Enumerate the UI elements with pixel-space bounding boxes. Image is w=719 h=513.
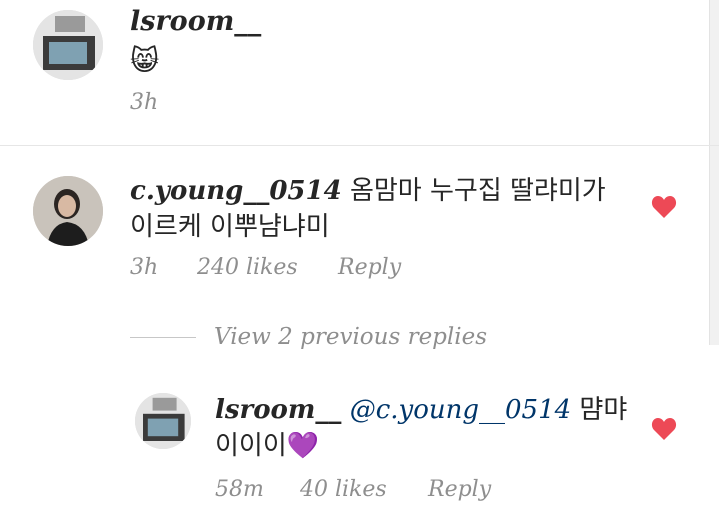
avatar-image bbox=[135, 393, 191, 449]
scrollbar-track[interactable] bbox=[709, 0, 719, 345]
username[interactable]: c.young__0514 bbox=[130, 176, 342, 206]
comment-time: 3h bbox=[130, 255, 159, 280]
heart-icon[interactable] bbox=[651, 195, 677, 219]
view-replies-line bbox=[130, 337, 196, 338]
comment-text: 이르케 이뿌냠냐미 bbox=[130, 212, 330, 242]
purple-heart-emoji: 💜 bbox=[286, 431, 320, 461]
avatar-image bbox=[33, 10, 103, 80]
avatar-image bbox=[33, 176, 103, 246]
mention-link[interactable]: @c.young__0514 bbox=[350, 395, 571, 425]
username[interactable]: lsroom__ bbox=[130, 6, 261, 37]
username[interactable]: lsroom__ bbox=[215, 395, 341, 425]
likes-count[interactable]: 40 likes bbox=[300, 477, 387, 502]
heart-icon[interactable] bbox=[651, 417, 677, 441]
cat-emoji: 😸 bbox=[130, 44, 160, 77]
divider bbox=[0, 145, 719, 146]
reply-button[interactable]: Reply bbox=[428, 477, 491, 502]
avatar-lsroom[interactable] bbox=[135, 393, 191, 449]
reply-time: 58m bbox=[215, 477, 264, 502]
avatar-cyoung[interactable] bbox=[33, 176, 103, 246]
view-previous-replies[interactable]: View 2 previous replies bbox=[214, 324, 487, 350]
avatar-lsroom[interactable] bbox=[33, 10, 103, 80]
reply-text: 이이이 bbox=[215, 431, 287, 461]
reply-text: 먐먀 bbox=[579, 395, 628, 425]
likes-count[interactable]: 240 likes bbox=[197, 255, 298, 280]
comment-text: 옴맘마 누구집 딸랴미가 bbox=[349, 176, 606, 206]
comment-time: 3h bbox=[130, 90, 159, 115]
reply-button[interactable]: Reply bbox=[338, 255, 401, 280]
